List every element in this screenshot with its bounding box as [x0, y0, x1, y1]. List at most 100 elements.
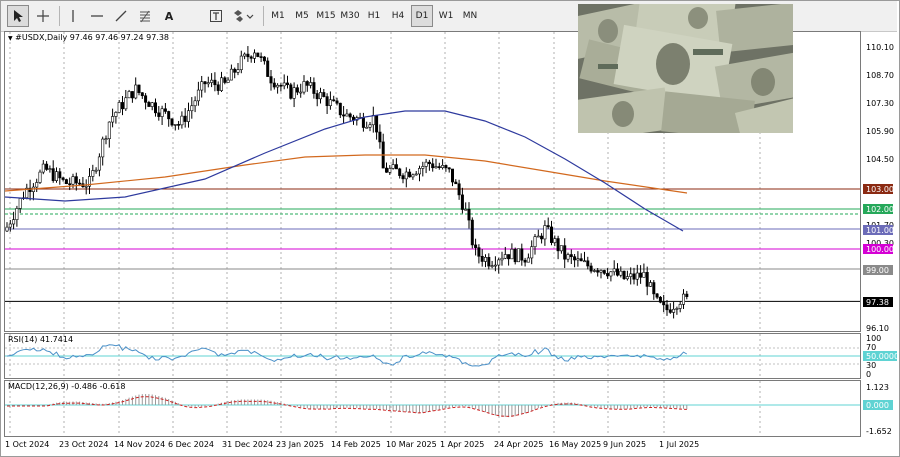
candle-body: [487, 257, 491, 267]
candle-body: [609, 271, 613, 277]
candle-body: [378, 131, 382, 143]
candle-body: [672, 308, 676, 313]
candle-body: [602, 270, 606, 274]
candle-body: [322, 92, 326, 97]
candle-body: [167, 111, 171, 120]
candle-body: [121, 102, 125, 110]
candle-body: [226, 79, 230, 83]
level-tag-103: 103.00: [863, 184, 894, 194]
date-label: 1 Oct 2024: [5, 440, 50, 449]
macd-axis-label: -1.652: [866, 427, 892, 436]
candle-body: [645, 272, 649, 287]
price-axis-label: 110.10: [866, 43, 894, 52]
candle-body: [342, 114, 346, 117]
candle-body: [450, 168, 454, 183]
candle-body: [665, 304, 669, 311]
trendline-tool[interactable]: [110, 5, 132, 27]
candle-body: [444, 165, 448, 169]
date-label: 14 Nov 2024: [114, 440, 166, 449]
candle-body: [74, 176, 78, 184]
candle-body: [325, 96, 329, 106]
candle-body: [299, 91, 303, 94]
text-tool[interactable]: A: [158, 5, 180, 27]
candle-body: [388, 168, 392, 173]
candle-body: [497, 259, 501, 266]
timeframe-d1[interactable]: D1: [411, 5, 433, 27]
crosshair-tool[interactable]: [32, 5, 54, 27]
candle-body: [210, 79, 214, 83]
candle-body: [335, 100, 339, 104]
candle-body: [500, 257, 504, 261]
candle-body: [41, 163, 45, 173]
candle-body: [48, 168, 52, 170]
candle-body: [678, 304, 682, 309]
timeframe-m30[interactable]: M30: [339, 5, 361, 27]
candle-body: [394, 164, 398, 170]
candle-body: [282, 82, 286, 87]
candle-body: [480, 255, 484, 262]
candle-body: [190, 105, 194, 112]
candle-body: [206, 82, 210, 85]
vertical-line-icon: [72, 10, 74, 22]
macd-axis-label: 1.123: [866, 383, 889, 392]
horizontal-line-tool[interactable]: [86, 5, 108, 27]
candle-body: [71, 176, 75, 185]
candle-body: [629, 273, 633, 277]
vertical-line-tool[interactable]: [63, 5, 83, 27]
candle-body: [229, 68, 233, 81]
candle-body: [256, 52, 260, 57]
candle-body: [140, 92, 144, 97]
macd-chart[interactable]: [5, 381, 860, 436]
candle-body: [606, 273, 610, 277]
candle-body: [114, 112, 118, 117]
candle-body: [58, 171, 62, 179]
candle-body: [408, 171, 412, 178]
candle-body: [193, 100, 197, 107]
candle-body: [371, 114, 375, 126]
candle-body: [292, 87, 296, 99]
shapes-tool[interactable]: [229, 5, 257, 27]
candle-body: [61, 177, 65, 180]
candle-body: [220, 77, 224, 91]
candle-body: [441, 165, 445, 169]
timeframe-mn[interactable]: MN: [459, 5, 481, 27]
candle-body: [127, 91, 131, 99]
crosshair-icon: [37, 10, 49, 22]
candle-body: [249, 56, 253, 59]
candle-body: [269, 76, 273, 84]
candle-body: [619, 270, 623, 276]
candle-body: [15, 208, 19, 221]
rsi-chart[interactable]: [5, 334, 860, 378]
candle-body: [668, 309, 672, 313]
timeframe-m1[interactable]: M1: [267, 5, 289, 27]
candle-body: [549, 226, 553, 243]
text-label-tool[interactable]: [205, 5, 227, 27]
candle-body: [276, 84, 280, 88]
candle-body: [107, 121, 111, 140]
rsi-value-tag: 50.0000: [863, 351, 899, 361]
candle-body: [658, 296, 662, 303]
candle-body: [332, 99, 336, 102]
candle-body: [239, 55, 243, 70]
timeframe-m5[interactable]: M5: [291, 5, 313, 27]
candle-body: [427, 161, 431, 165]
candle-body: [328, 99, 332, 106]
candle-body: [196, 89, 200, 102]
candle-body: [639, 272, 643, 278]
candle-body: [233, 68, 237, 73]
fibonacci-tool[interactable]: [134, 5, 156, 27]
dollars-photo: [578, 4, 793, 133]
candle-body: [513, 248, 517, 263]
toolbar-separator: [263, 6, 264, 26]
cursor-tool[interactable]: [7, 5, 29, 27]
level-tag-99: 99.00: [863, 265, 893, 275]
candle-body: [655, 293, 659, 298]
candle-body: [652, 282, 656, 295]
candle-body: [398, 168, 402, 176]
candle-body: [94, 169, 98, 172]
timeframe-w1[interactable]: W1: [435, 5, 457, 27]
candle-body: [540, 235, 544, 240]
timeframe-h4[interactable]: H4: [387, 5, 409, 27]
timeframe-h1[interactable]: H1: [363, 5, 385, 27]
timeframe-m15[interactable]: M15: [315, 5, 337, 27]
